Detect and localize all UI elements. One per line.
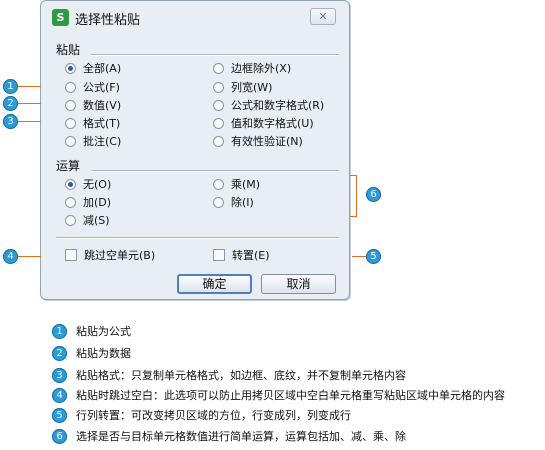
radio-indicator [65, 63, 76, 74]
radio-label: 公式和数字格式(R) [231, 99, 325, 112]
radio-operation-subtract[interactable]: 减(S) [65, 214, 110, 228]
radio-label: 边框除外(X) [231, 62, 292, 75]
radio-label: 批注(C) [83, 135, 122, 148]
bottom-separator [56, 237, 339, 239]
radio-operation-multiply[interactable]: 乘(M) [213, 178, 260, 192]
radio-column-widths[interactable]: 列宽(W) [213, 81, 272, 95]
note-text: 粘贴时跳过空白：此选项可以防止用拷贝区域中空白单元格重写粘贴区域中单元格的内容 [76, 389, 505, 402]
radio-indicator [65, 136, 76, 147]
callout-6-badge: 6 [366, 187, 381, 202]
skip-blanks-checkbox[interactable]: 跳过空单元(B) [65, 249, 155, 263]
radio-label: 公式(F) [83, 81, 120, 94]
radio-all-except-borders[interactable]: 边框除外(X) [213, 62, 291, 76]
radio-indicator [213, 100, 224, 111]
ok-button[interactable]: 确定 [177, 274, 252, 294]
callout-3-badge: 3 [3, 114, 18, 129]
note-text: 粘贴格式：只复制单元格格式，如边框、底纹，并不复制单元格内容 [76, 369, 406, 382]
transpose-checkbox[interactable]: 转置(E) [213, 249, 270, 263]
dialog-title: 选择性粘贴 [75, 13, 141, 28]
radio-label: 值和数字格式(U) [231, 117, 314, 130]
note-text: 粘贴为公式 [76, 325, 131, 338]
note-text: 行列转置：可改变拷贝区域的方位，行变成列，列变成行 [76, 409, 351, 422]
checkbox-box [65, 249, 77, 261]
cancel-button[interactable]: 取消 [261, 274, 336, 294]
radio-operation-divide[interactable]: 除(I) [213, 196, 254, 210]
radio-indicator [65, 118, 76, 129]
paste-group-separator [91, 54, 339, 56]
callout-1-badge: 1 [3, 79, 18, 94]
radio-indicator [65, 100, 76, 111]
radio-label: 除(I) [231, 196, 254, 209]
radio-formulas-and-number-formats[interactable]: 公式和数字格式(R) [213, 99, 324, 113]
radio-indicator [213, 82, 224, 93]
radio-label: 列宽(W) [231, 81, 273, 94]
operation-group-label: 运算 [56, 159, 81, 173]
radio-paste-formulas[interactable]: 公式(F) [65, 81, 120, 95]
note-number-badge: 1 [52, 324, 67, 339]
radio-label: 减(S) [83, 214, 110, 227]
radio-indicator [65, 82, 76, 93]
checkbox-box [213, 249, 225, 261]
radio-indicator [213, 197, 224, 208]
radio-label: 数值(V) [83, 99, 122, 112]
note-number-badge: 6 [52, 429, 67, 444]
checkbox-label: 跳过空单元(B) [84, 249, 156, 262]
radio-paste-all[interactable]: 全部(A) [65, 62, 121, 76]
radio-indicator [213, 136, 224, 147]
close-button[interactable]: ✕ [310, 8, 336, 25]
callout-3-leader [18, 121, 41, 122]
callout-4-leader [18, 256, 41, 257]
paste-special-dialog: S 选择性粘贴 ✕ 粘贴 全部(A) 公式(F) 数值(V) 格式(T) 批注(… [40, 0, 350, 300]
note-number-badge: 3 [52, 368, 67, 383]
callout-2-badge: 2 [3, 96, 18, 111]
radio-indicator [65, 179, 76, 190]
radio-label: 加(D) [83, 196, 112, 209]
callout-5-badge: 5 [366, 249, 381, 264]
callout-5-leader [352, 256, 366, 257]
radio-label: 有效性验证(N) [231, 135, 303, 148]
paste-group-label: 粘贴 [56, 43, 81, 57]
radio-validation[interactable]: 有效性验证(N) [213, 135, 303, 149]
radio-label: 格式(T) [83, 117, 121, 130]
radio-indicator [213, 63, 224, 74]
radio-indicator [213, 179, 224, 190]
note-number-badge: 2 [52, 346, 67, 361]
radio-paste-formats[interactable]: 格式(T) [65, 117, 120, 131]
radio-indicator [213, 118, 224, 129]
radio-paste-comments[interactable]: 批注(C) [65, 135, 121, 149]
checkbox-label: 转置(E) [232, 249, 270, 262]
note-text: 选择是否与目标单元格数值进行简单运算，运算包括加、减、乘、除 [76, 430, 406, 443]
operation-group-separator [91, 170, 339, 172]
note-number-badge: 5 [52, 408, 67, 423]
radio-label: 全部(A) [83, 62, 122, 75]
radio-values-and-number-formats[interactable]: 值和数字格式(U) [213, 117, 314, 131]
radio-operation-none[interactable]: 无(O) [65, 178, 111, 192]
callout-4-badge: 4 [3, 249, 18, 264]
callout-6-bracket [350, 175, 357, 217]
note-number-badge: 4 [52, 388, 67, 403]
radio-indicator [65, 197, 76, 208]
radio-indicator [65, 215, 76, 226]
callout-2-leader [18, 103, 41, 104]
radio-label: 乘(M) [231, 178, 261, 191]
radio-operation-add[interactable]: 加(D) [65, 196, 111, 210]
title-bar: S 选择性粘贴 ✕ [41, 1, 349, 33]
note-text: 粘贴为数据 [76, 347, 131, 360]
app-logo-icon: S [52, 9, 69, 26]
radio-paste-values[interactable]: 数值(V) [65, 99, 121, 113]
radio-label: 无(O) [83, 178, 112, 191]
callout-1-leader [18, 86, 41, 87]
